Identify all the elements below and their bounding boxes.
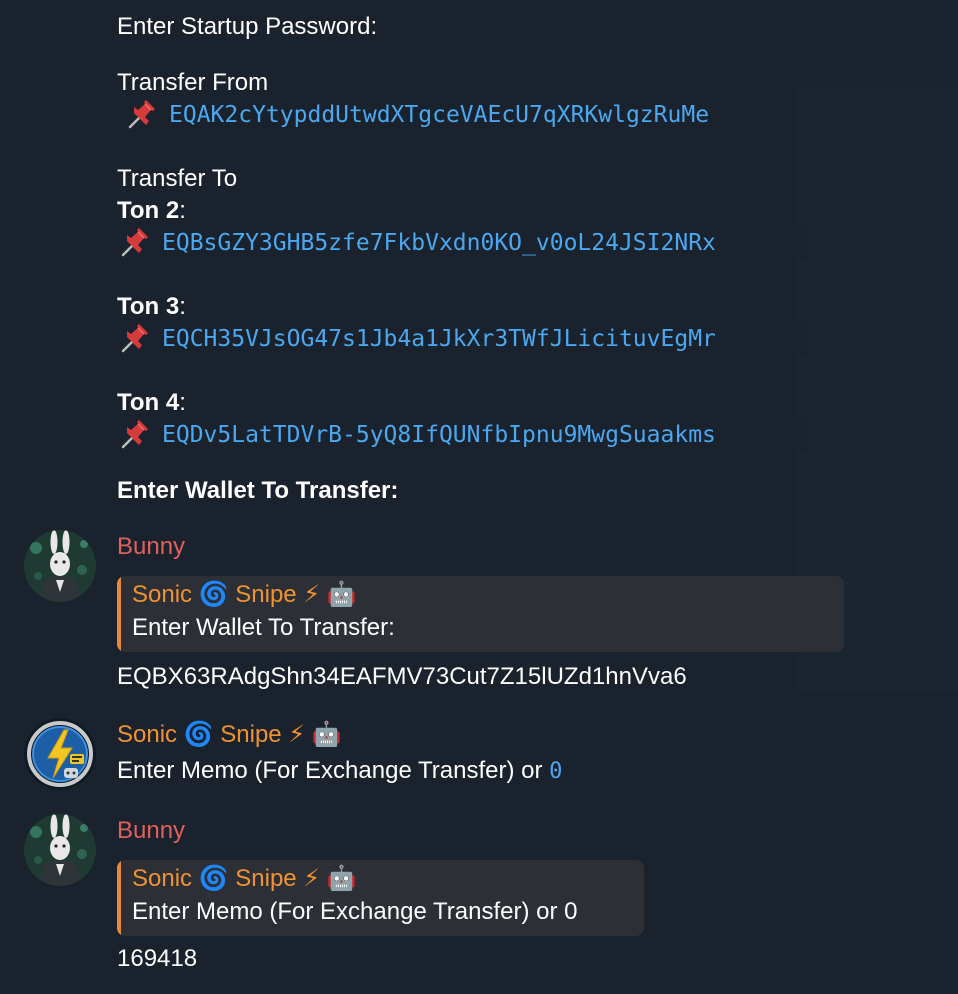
fade-edge — [781, 226, 807, 260]
message-text: 169418 — [117, 945, 198, 972]
wallet-ton2-label: Ton 2: — [117, 196, 186, 226]
pushpin-icon — [117, 324, 153, 354]
startup-prompt: Enter Startup Password: — [117, 13, 378, 40]
wallet-address[interactable]: EQDv5LatTDVrB-5yQ8IfQUNfbIpnu9MwgSuaakms — [162, 422, 716, 448]
reply-text: Enter Wallet To Transfer: — [132, 614, 395, 641]
reply-sender: Sonic 🌀 Snipe ⚡ 🤖 — [132, 581, 357, 608]
wallet-ton3-label: Ton 3: — [117, 292, 186, 322]
colon: : — [179, 293, 186, 320]
wallet-ton3-row: EQCH35VJsOG47s1Jb4a1JkXr3TWfJLicituvEgMr — [117, 322, 807, 356]
lightning-bot-avatar[interactable] — [24, 718, 96, 790]
fade-edge — [781, 418, 807, 452]
wallet-ton2-row: EQBsGZY3GHB5zfe7FkbVxdn0KO_v0oL24JSI2NRx — [117, 226, 807, 260]
inline-code[interactable]: 0 — [549, 759, 562, 784]
colon: : — [179, 389, 186, 416]
transfer-to-label: Transfer To — [117, 165, 238, 192]
fade-edge — [781, 322, 807, 356]
wallet-ton4-label: Ton 4: — [117, 388, 186, 418]
memo-prompt-text: Enter Memo (For Exchange Transfer) or — [117, 757, 550, 784]
rabbit-avatar[interactable] — [24, 530, 96, 602]
pushpin-icon — [117, 420, 153, 450]
message-text: Enter Memo (For Exchange Transfer) or 0 — [117, 756, 562, 787]
wallet-name: Ton 3 — [117, 293, 180, 320]
sender-name[interactable]: Sonic 🌀 Snipe ⚡ 🤖 — [117, 720, 342, 750]
transfer-from-address[interactable]: EQAK2cYtypddUtwdXTgceVAEcU7qXRKwlgzRuMe — [169, 102, 709, 128]
message-text: EQBX63RAdgShn34EAFMV73Cut7Z15lUZd1hnVva6 — [117, 663, 687, 690]
reply-bar — [117, 576, 121, 652]
wallet-address[interactable]: EQCH35VJsOG47s1Jb4a1JkXr3TWfJLicituvEgMr — [162, 326, 716, 352]
wallet-name: Ton 4 — [117, 389, 180, 416]
transfer-from-row: EQAK2cYtypddUtwdXTgceVAEcU7qXRKwlgzRuMe — [124, 98, 798, 132]
colon: : — [179, 197, 186, 224]
reply-quote[interactable]: Sonic 🌀 Snipe ⚡ 🤖 Enter Wallet To Transf… — [117, 576, 844, 652]
chat-view: Enter Startup Password: Transfer From EQ… — [0, 0, 958, 994]
wallet-address[interactable]: EQBsGZY3GHB5zfe7FkbVxdn0KO_v0oL24JSI2NRx — [162, 230, 716, 256]
reply-quote[interactable]: Sonic 🌀 Snipe ⚡ 🤖 Enter Memo (For Exchan… — [117, 860, 644, 936]
sender-name[interactable]: Bunny — [117, 816, 185, 846]
reply-sender: Sonic 🌀 Snipe ⚡ 🤖 — [132, 865, 357, 892]
wallet-ton4-row: EQDv5LatTDVrB-5yQ8IfQUNfbIpnu9MwgSuaakms — [117, 418, 807, 452]
pushpin-icon — [117, 228, 153, 258]
wallet-name: Ton 2 — [117, 197, 180, 224]
pushpin-icon — [124, 100, 160, 130]
reply-bar — [117, 860, 121, 936]
reply-text: Enter Memo (For Exchange Transfer) or 0 — [132, 898, 578, 925]
enter-wallet-prompt: Enter Wallet To Transfer: — [117, 477, 399, 504]
rabbit-avatar[interactable] — [24, 814, 96, 886]
transfer-from-label: Transfer From — [117, 69, 269, 96]
sender-name[interactable]: Bunny — [117, 532, 185, 562]
